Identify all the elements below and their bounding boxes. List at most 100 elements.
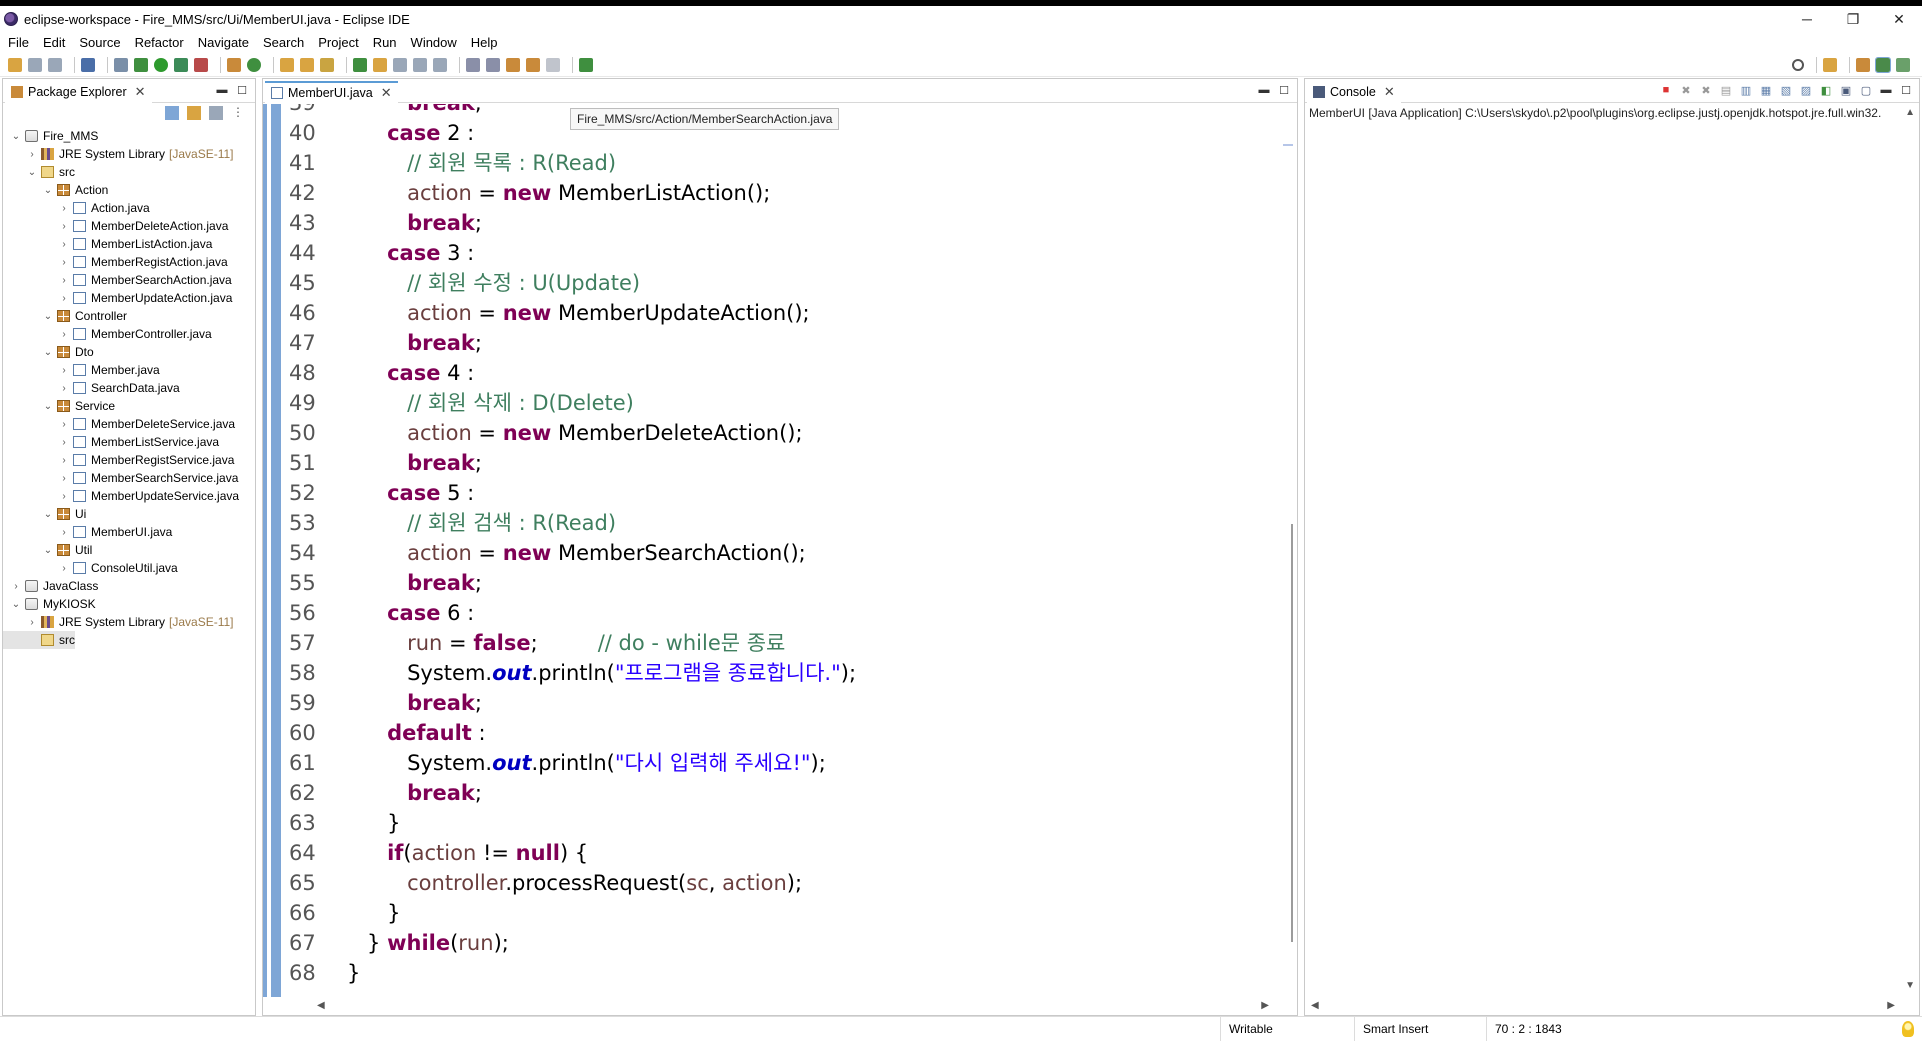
- code-line[interactable]: } while(run);: [327, 928, 1257, 958]
- code-line[interactable]: case 6 :: [327, 598, 1257, 628]
- tab-memberui-java[interactable]: MemberUI.java ✕: [265, 81, 398, 103]
- close-icon[interactable]: ✕: [381, 85, 392, 101]
- scroll-up-icon[interactable]: ▲: [1905, 107, 1915, 118]
- restore-button[interactable]: ❐: [1830, 6, 1876, 32]
- code-line[interactable]: action = new MemberSearchAction();: [327, 538, 1257, 568]
- chevron-right-icon[interactable]: ›: [59, 455, 69, 466]
- code-line[interactable]: break;: [327, 688, 1257, 718]
- last-edit-icon[interactable]: [506, 57, 520, 72]
- code-line[interactable]: System.out.println("다시 입력해 주세요!");: [327, 748, 1257, 778]
- code-line[interactable]: action = new MemberUpdateAction();: [327, 298, 1257, 328]
- status-cursor-position[interactable]: 70 : 2 : 1843: [1486, 1017, 1612, 1041]
- tree-item[interactable]: › MemberListService.java: [3, 433, 219, 451]
- code-line[interactable]: default :: [327, 718, 1257, 748]
- tree-item[interactable]: › ConsoleUtil.java: [3, 559, 177, 577]
- tree-item[interactable]: › JRE System Library [JavaSE-11]: [3, 145, 233, 163]
- java-perspective-icon[interactable]: [1875, 57, 1891, 73]
- code-editor[interactable]: 39 40 41 42 43 44 45 46 47 48 49 50 51 52 53 54 55 56 57 58…: [263, 104, 1297, 997]
- status-insert-mode[interactable]: Smart Insert: [1354, 1017, 1484, 1041]
- chevron-down-icon[interactable]: ⌄: [43, 185, 53, 196]
- code-line[interactable]: // 회원 검색 : R(Read): [327, 508, 1257, 538]
- open-perspective-icon[interactable]: [1823, 58, 1837, 72]
- chevron-down-icon[interactable]: ⌄: [43, 401, 53, 412]
- chevron-right-icon[interactable]: ›: [59, 203, 69, 214]
- minimize-view-icon[interactable]: ▬: [1879, 83, 1893, 97]
- debug-icon[interactable]: [134, 57, 148, 72]
- tree-item[interactable]: ⌄ MyKIOSK: [3, 595, 96, 613]
- save-icon[interactable]: [28, 57, 42, 72]
- show-stdout-icon[interactable]: ▧: [1779, 83, 1793, 97]
- forward-icon[interactable]: [546, 57, 560, 72]
- open-console-icon[interactable]: ▢: [1859, 83, 1873, 97]
- show-stderr-icon[interactable]: ▨: [1799, 83, 1813, 97]
- tree-item[interactable]: › Member.java: [3, 361, 159, 379]
- chevron-right-icon[interactable]: ›: [59, 293, 69, 304]
- scroll-down-icon[interactable]: ▼: [1905, 980, 1915, 991]
- coverage-icon[interactable]: [174, 57, 188, 72]
- tab-package-explorer[interactable]: Package Explorer ✕: [5, 81, 152, 103]
- scroll-right-icon[interactable]: ▶: [1887, 1000, 1895, 1011]
- maximize-view-icon[interactable]: ☐: [1899, 83, 1913, 97]
- save-all-icon[interactable]: [48, 57, 62, 72]
- tree-item[interactable]: › Action.java: [3, 199, 149, 217]
- chevron-right-icon[interactable]: ›: [59, 365, 69, 376]
- clear-console-icon[interactable]: ▤: [1719, 83, 1733, 97]
- scroll-thumb[interactable]: [1291, 524, 1293, 942]
- menu-run[interactable]: Run: [366, 35, 404, 50]
- tree-item[interactable]: › JRE System Library [JavaSE-11]: [3, 613, 233, 631]
- chevron-right-icon[interactable]: ›: [59, 383, 69, 394]
- tree-item[interactable]: › SearchData.java: [3, 379, 179, 397]
- new-icon[interactable]: [8, 57, 22, 72]
- run-icon[interactable]: [154, 57, 168, 72]
- code-line[interactable]: // 회원 수정 : U(Update): [327, 268, 1257, 298]
- menu-edit[interactable]: Edit: [36, 35, 72, 50]
- tree-item[interactable]: › MemberDeleteService.java: [3, 415, 235, 433]
- close-icon[interactable]: ✕: [1384, 84, 1395, 100]
- collapse-all-icon[interactable]: [165, 106, 179, 120]
- focus-task-icon[interactable]: [209, 106, 223, 120]
- menu-source[interactable]: Source: [72, 35, 127, 50]
- tree-item[interactable]: ⌄ Dto: [3, 343, 94, 361]
- minimize-view-icon[interactable]: ▬: [1257, 83, 1271, 97]
- tree-item[interactable]: ⌄ Controller: [3, 307, 127, 325]
- external-tools-icon[interactable]: [194, 57, 208, 72]
- chevron-right-icon[interactable]: ›: [59, 473, 69, 484]
- tree-item[interactable]: › MemberDeleteAction.java: [3, 217, 228, 235]
- chevron-down-icon[interactable]: ⌄: [11, 131, 21, 142]
- code-line[interactable]: System.out.println("프로그램을 종료합니다.");: [327, 658, 1257, 688]
- code-line[interactable]: // 회원 목록 : R(Read): [327, 148, 1257, 178]
- menu-refactor[interactable]: Refactor: [128, 35, 191, 50]
- word-wrap-console-icon[interactable]: ▦: [1759, 83, 1773, 97]
- code-line[interactable]: break;: [327, 208, 1257, 238]
- close-button[interactable]: ✕: [1876, 6, 1922, 32]
- chevron-right-icon[interactable]: ›: [59, 221, 69, 232]
- chevron-down-icon[interactable]: ⌄: [11, 599, 21, 610]
- minimize-view-icon[interactable]: ▬: [215, 83, 229, 97]
- display-console-icon[interactable]: ▣: [1839, 83, 1853, 97]
- scroll-left-icon[interactable]: ◀: [317, 1000, 325, 1011]
- overview-marker[interactable]: [1283, 144, 1293, 146]
- tree-item[interactable]: › MemberController.java: [3, 325, 211, 343]
- chevron-right-icon[interactable]: ›: [59, 329, 69, 340]
- skip-breakpoints-icon[interactable]: [114, 57, 128, 72]
- chevron-right-icon[interactable]: ›: [59, 437, 69, 448]
- tree-item[interactable]: › MemberUI.java: [3, 523, 172, 541]
- tree-item[interactable]: › MemberRegistService.java: [3, 451, 234, 469]
- scroll-left-icon[interactable]: ◀: [1311, 1000, 1319, 1011]
- previous-annotation-icon[interactable]: [486, 57, 500, 72]
- code-line[interactable]: action = new MemberListAction();: [327, 178, 1257, 208]
- tree-item[interactable]: ⌄ src: [3, 163, 75, 181]
- scroll-right-icon[interactable]: ▶: [1261, 1000, 1269, 1011]
- tree-item[interactable]: ⌄ Service: [3, 397, 115, 415]
- debug-perspective-icon[interactable]: [1896, 58, 1910, 72]
- editor-vertical-scrollbar[interactable]: [1279, 104, 1297, 997]
- chevron-down-icon[interactable]: ⌄: [27, 167, 37, 178]
- chevron-down-icon[interactable]: ⌄: [43, 347, 53, 358]
- menu-project[interactable]: Project: [311, 35, 365, 50]
- chevron-right-icon[interactable]: ›: [59, 257, 69, 268]
- code-line[interactable]: }: [327, 958, 1257, 988]
- show-whitespace-icon[interactable]: [433, 57, 447, 72]
- chevron-right-icon[interactable]: ›: [27, 149, 37, 160]
- new-class-icon[interactable]: [247, 57, 261, 72]
- tree-item[interactable]: src: [3, 631, 75, 649]
